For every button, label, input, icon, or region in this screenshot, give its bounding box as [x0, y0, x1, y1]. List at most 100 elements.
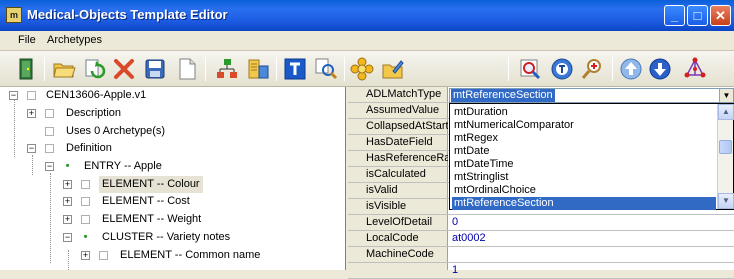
property-name: HasDateField — [366, 136, 433, 148]
adl-match-type-dropdown[interactable]: mtDuration mtNumericalComparator mtRegex… — [449, 103, 734, 210]
tree-node-label-selected: ELEMENT -- Colour — [99, 176, 203, 193]
collapse-toggle[interactable]: − — [63, 233, 72, 242]
close-button[interactable]: ✕ — [710, 5, 731, 26]
checkbox[interactable] — [45, 127, 54, 136]
tree-node[interactable]: + ELEMENT -- Common name — [0, 247, 346, 264]
dropdown-scrollbar[interactable]: ▲ ▼ — [717, 104, 734, 209]
maximize-button[interactable]: □ — [687, 5, 708, 26]
expand-toggle[interactable]: + — [63, 180, 72, 189]
tree-node-label: ELEMENT -- Common name — [120, 249, 261, 261]
open-folder-icon[interactable] — [52, 57, 76, 81]
toolbar-separator — [508, 57, 509, 81]
refresh-icon[interactable] — [82, 57, 106, 81]
adl-match-type-select[interactable]: mtReferenceSection ▼ — [449, 88, 734, 103]
tree-node-label: Uses 0 Archetype(s) — [66, 125, 166, 137]
property-row[interactable]: LocalCode at0002 — [348, 231, 734, 247]
tree-node[interactable]: − CEN13606-Apple.v1 — [0, 87, 346, 104]
expand-toggle[interactable]: + — [63, 197, 72, 206]
scroll-down-icon[interactable]: ▼ — [718, 193, 734, 209]
title-bar: m Medical-Objects Template Editor _ □ ✕ — [0, 0, 734, 31]
dropdown-option[interactable]: mtNumericalComparator — [452, 119, 716, 132]
expand-toggle[interactable]: + — [63, 215, 72, 224]
toolbar-separator — [612, 57, 613, 81]
tree-node-label: ELEMENT -- Weight — [102, 213, 202, 225]
dropdown-option[interactable]: mtOrdinalChoice — [452, 184, 716, 197]
scroll-thumb[interactable] — [719, 140, 732, 154]
tree-structure-icon[interactable] — [215, 57, 239, 81]
property-row[interactable]: LevelOfDetail 0 — [348, 215, 734, 231]
tree-node-label: CLUSTER -- Variety notes — [102, 231, 231, 243]
tree-node[interactable]: − • ENTRY -- Apple — [0, 158, 346, 175]
property-name: isCalculated — [366, 168, 426, 180]
property-name: isValid — [366, 184, 398, 196]
property-value[interactable]: 0 — [452, 216, 458, 228]
entry-marker-icon: • — [65, 160, 70, 172]
toolbar-separator — [44, 57, 45, 81]
network-node-icon[interactable] — [683, 57, 707, 81]
property-row[interactable]: 1 — [348, 263, 734, 279]
database-icon[interactable] — [246, 57, 270, 81]
checkbox[interactable] — [81, 180, 90, 189]
checkbox[interactable] — [45, 144, 54, 153]
property-name: ADLMatchType — [366, 88, 442, 100]
tree-node[interactable]: − • CLUSTER -- Variety notes — [0, 229, 346, 246]
zoom-tool-icon[interactable] — [518, 57, 542, 81]
expand-toggle[interactable]: + — [81, 251, 90, 260]
dropdown-option-selected[interactable]: mtReferenceSection — [452, 197, 716, 210]
tree-node[interactable]: − Definition — [0, 140, 346, 157]
collapse-toggle[interactable]: − — [9, 91, 18, 100]
checkbox[interactable] — [45, 109, 54, 118]
property-value[interactable]: at0002 — [452, 232, 486, 244]
tree-node-label: ELEMENT -- Cost — [102, 195, 190, 207]
new-document-icon[interactable] — [175, 57, 199, 81]
tree-node[interactable]: Uses 0 Archetype(s) — [0, 123, 346, 140]
property-name: LocalCode — [366, 232, 419, 244]
dropdown-option[interactable]: mtDateTime — [452, 158, 716, 171]
checkbox[interactable] — [27, 91, 36, 100]
text-t-icon[interactable] — [283, 57, 307, 81]
property-value[interactable]: 1 — [452, 264, 458, 276]
toolbar-separator — [205, 57, 206, 81]
app-icon: m — [6, 7, 22, 23]
dropdown-option[interactable]: mtRegex — [452, 132, 716, 145]
cluster-marker-icon: • — [83, 231, 88, 243]
property-name: MachineCode — [366, 248, 434, 260]
tree-node-label: Description — [66, 107, 122, 119]
dropdown-option[interactable]: mtDate — [452, 145, 716, 158]
menu-file[interactable]: File — [18, 34, 36, 46]
flower-icon[interactable] — [350, 57, 374, 81]
toolbar — [0, 51, 734, 87]
checkbox[interactable] — [81, 215, 90, 224]
save-disk-icon[interactable] — [143, 57, 167, 81]
tree-node[interactable]: + ELEMENT -- Cost — [0, 193, 346, 210]
property-row[interactable]: MachineCode — [348, 247, 734, 263]
menu-bar: File Archetypes — [0, 31, 734, 51]
collapse-toggle[interactable]: − — [45, 162, 54, 171]
dropdown-option[interactable]: mtStringlist — [452, 171, 716, 184]
property-name: isVisible — [366, 200, 407, 212]
tree-node[interactable]: + ELEMENT -- Colour — [0, 176, 346, 193]
arrow-up-icon[interactable] — [619, 57, 643, 81]
expand-toggle[interactable]: + — [27, 109, 36, 118]
scroll-up-icon[interactable]: ▲ — [718, 104, 734, 120]
tree-node-label: CEN13606-Apple.v1 — [46, 89, 147, 101]
collapse-toggle[interactable]: − — [27, 144, 36, 153]
checkbox[interactable] — [99, 251, 108, 260]
tree-node-label: ENTRY -- Apple — [84, 160, 162, 172]
arrow-down-icon[interactable] — [648, 57, 672, 81]
archetype-tree[interactable]: − CEN13606-Apple.v1 + Description Uses 0… — [0, 87, 346, 270]
chevron-down-icon[interactable]: ▼ — [719, 89, 733, 102]
search-add-icon[interactable] — [580, 57, 604, 81]
dropdown-option[interactable]: mtDuration — [452, 106, 716, 119]
checkbox[interactable] — [81, 197, 90, 206]
property-name: CollapsedAtStart — [366, 120, 448, 132]
template-t-icon[interactable] — [550, 57, 574, 81]
minimize-button[interactable]: _ — [664, 5, 685, 26]
exit-door-icon[interactable] — [14, 57, 38, 81]
tree-node[interactable]: + Description — [0, 105, 346, 122]
tree-node[interactable]: + ELEMENT -- Weight — [0, 211, 346, 228]
menu-archetypes[interactable]: Archetypes — [47, 34, 102, 46]
find-replace-icon[interactable] — [314, 57, 338, 81]
folder-edit-icon[interactable] — [381, 57, 405, 81]
delete-x-icon[interactable] — [112, 57, 136, 81]
